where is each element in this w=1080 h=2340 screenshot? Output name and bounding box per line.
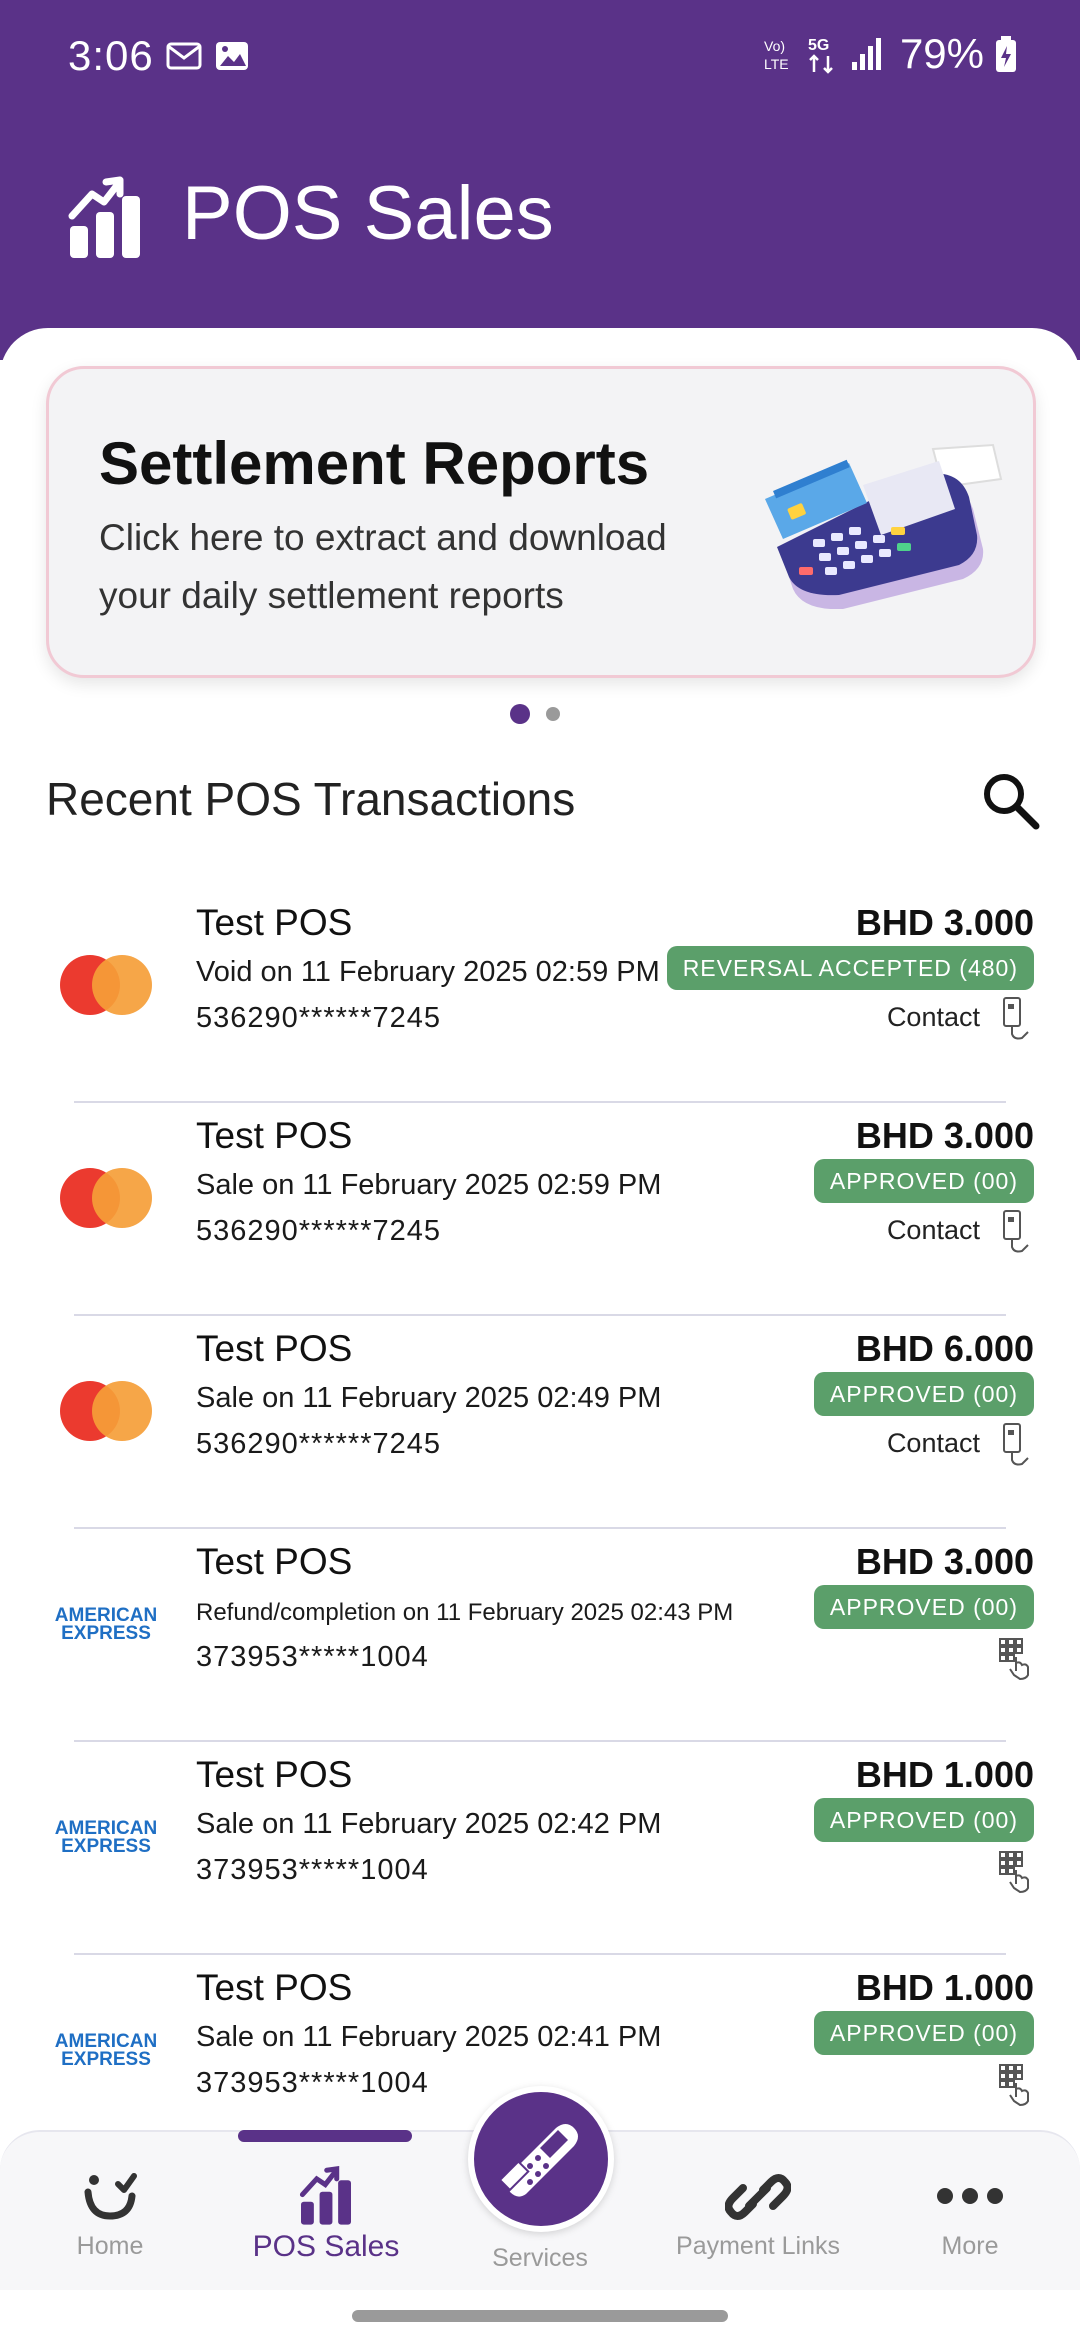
entry-mode: Contact: [886, 1002, 980, 1032]
banner-subtitle: Click here to extract and download your …: [99, 517, 667, 616]
pagination-dot[interactable]: [546, 707, 560, 721]
pos-terminal-illustration: [765, 443, 1003, 609]
status-badge: APPROVED (00): [813, 1159, 1034, 1203]
nav-more-label: More: [941, 2232, 999, 2260]
transaction-amount: BHD 1.000: [855, 1754, 1034, 1795]
banner-title: Settlement Reports: [99, 430, 650, 497]
gallery-notification-icon: [216, 42, 248, 70]
nav-payment-links-label: Payment Links: [676, 2232, 840, 2260]
american-express-icon: AMERICAN EXPRESS: [55, 2031, 157, 2070]
transaction-row[interactable]: Test POS Sale on 11 February 2025 02:59 …: [0, 1103, 1080, 1316]
mastercard-icon: [60, 1168, 152, 1228]
transaction-description: Sale on 11 February 2025 02:59 PM: [196, 1169, 662, 1201]
keypad-tap-icon: [999, 1851, 1029, 1894]
svg-text:EXPRESS: EXPRESS: [61, 1623, 151, 1644]
transaction-amount: BHD 3.000: [855, 1115, 1034, 1156]
status-badge: APPROVED (00): [813, 2011, 1034, 2055]
merchant-name: Test POS: [196, 1967, 353, 2008]
nav-more[interactable]: More: [862, 2132, 1078, 2292]
bar-chart-trend-icon: [68, 176, 140, 258]
nav-home-label: Home: [76, 2232, 144, 2260]
svg-text:5G: 5G: [808, 37, 829, 54]
card-number: 536290******7245: [196, 1428, 441, 1460]
transaction-amount: BHD 6.000: [855, 1328, 1034, 1369]
mastercard-icon: [60, 955, 152, 1015]
section-title: Recent POS Transactions: [46, 773, 576, 825]
pos-terminal-icon: [498, 2124, 578, 2197]
svg-text:LTE: LTE: [764, 56, 789, 72]
status-time: 3:06: [68, 32, 154, 79]
transaction-description: Sale on 11 February 2025 02:42 PM: [196, 1808, 662, 1840]
status-badge: APPROVED (00): [813, 1585, 1034, 1629]
nav-pos-sales[interactable]: POS Sales: [218, 2132, 434, 2292]
merchant-name: Test POS: [196, 1541, 353, 1582]
transaction-description: Void on 11 February 2025 02:59 PM: [196, 956, 660, 988]
keypad-tap-icon: [999, 2064, 1029, 2107]
card-number: 536290******7245: [196, 1002, 441, 1034]
card-insert-icon: [1003, 1210, 1029, 1253]
system-home-indicator[interactable]: [352, 2310, 728, 2322]
signal-icon: [851, 38, 881, 70]
merchant-name: Test POS: [196, 902, 353, 943]
american-express-icon: AMERICAN EXPRESS: [55, 1818, 157, 1857]
mastercard-icon: [60, 1381, 152, 1441]
home-smile-icon: [84, 2173, 137, 2220]
transaction-amount: BHD 3.000: [855, 902, 1034, 943]
bar-chart-trend-icon: [299, 2166, 351, 2225]
volte-icon: Vo) LTE: [764, 38, 789, 72]
transaction-description: Refund/completion on 11 February 2025 02…: [196, 1599, 734, 1626]
merchant-name: Test POS: [196, 1115, 353, 1156]
nav-services-label: Services: [492, 2244, 588, 2272]
status-badge: APPROVED (00): [813, 1798, 1034, 1842]
card-insert-icon: [1003, 1423, 1029, 1466]
card-number: 373953*****1004: [196, 1854, 429, 1886]
card-number: 373953*****1004: [196, 2067, 429, 2099]
card-insert-icon: [1003, 997, 1029, 1040]
status-badge: REVERSAL ACCEPTED (480): [666, 946, 1034, 990]
merchant-name: Test POS: [196, 1328, 353, 1369]
entry-mode: Contact: [886, 1428, 980, 1458]
outlook-notification-icon: [166, 42, 202, 70]
transaction-row[interactable]: Test POS Void on 11 February 2025 02:59 …: [0, 890, 1080, 1103]
status-bar: 3:06 Vo) LTE 5G 79%: [0, 0, 1080, 120]
nav-pos-sales-label: POS Sales: [252, 2230, 400, 2263]
battery-percent: 79%: [899, 30, 984, 77]
transaction-description: Sale on 11 February 2025 02:49 PM: [196, 1382, 662, 1414]
services-button[interactable]: [468, 2086, 614, 2232]
transaction-amount: BHD 1.000: [855, 1967, 1034, 2008]
status-badge: APPROVED (00): [813, 1372, 1034, 1416]
nav-home[interactable]: Home: [2, 2132, 218, 2292]
battery-charging-icon: [996, 36, 1016, 72]
entry-mode: Contact: [886, 1215, 980, 1245]
transaction-row[interactable]: AMERICAN EXPRESS Test POS Refund/complet…: [0, 1529, 1080, 1742]
merchant-name: Test POS: [196, 1754, 353, 1795]
transaction-row[interactable]: AMERICAN EXPRESS Test POS Sale on 11 Feb…: [0, 1742, 1080, 1955]
card-number: 373953*****1004: [196, 1641, 429, 1673]
5g-icon: 5G: [808, 37, 833, 74]
pagination-dot-active[interactable]: [510, 704, 530, 724]
banner-pagination: [510, 704, 560, 724]
keypad-tap-icon: [999, 1638, 1029, 1681]
svg-text:EXPRESS: EXPRESS: [61, 2049, 151, 2070]
link-icon: [725, 2174, 791, 2220]
nav-payment-links[interactable]: Payment Links: [650, 2132, 866, 2292]
american-express-icon: AMERICAN EXPRESS: [55, 1605, 157, 1644]
transaction-row[interactable]: Test POS Sale on 11 February 2025 02:49 …: [0, 1316, 1080, 1529]
search-icon[interactable]: [980, 770, 1042, 832]
svg-text:EXPRESS: EXPRESS: [61, 1836, 151, 1857]
card-number: 536290******7245: [196, 1215, 441, 1247]
active-tab-indicator: [238, 2130, 412, 2142]
settlement-reports-banner[interactable]: Settlement Reports Click here to extract…: [46, 366, 1036, 678]
page-title: POS Sales: [182, 171, 554, 256]
transaction-description: Sale on 11 February 2025 02:41 PM: [196, 2021, 662, 2053]
transaction-amount: BHD 3.000: [855, 1541, 1034, 1582]
more-dots-icon: [937, 2188, 1003, 2204]
transaction-list: Test POS Void on 11 February 2025 02:59 …: [0, 890, 1080, 2168]
svg-text:Vo): Vo): [764, 38, 785, 54]
